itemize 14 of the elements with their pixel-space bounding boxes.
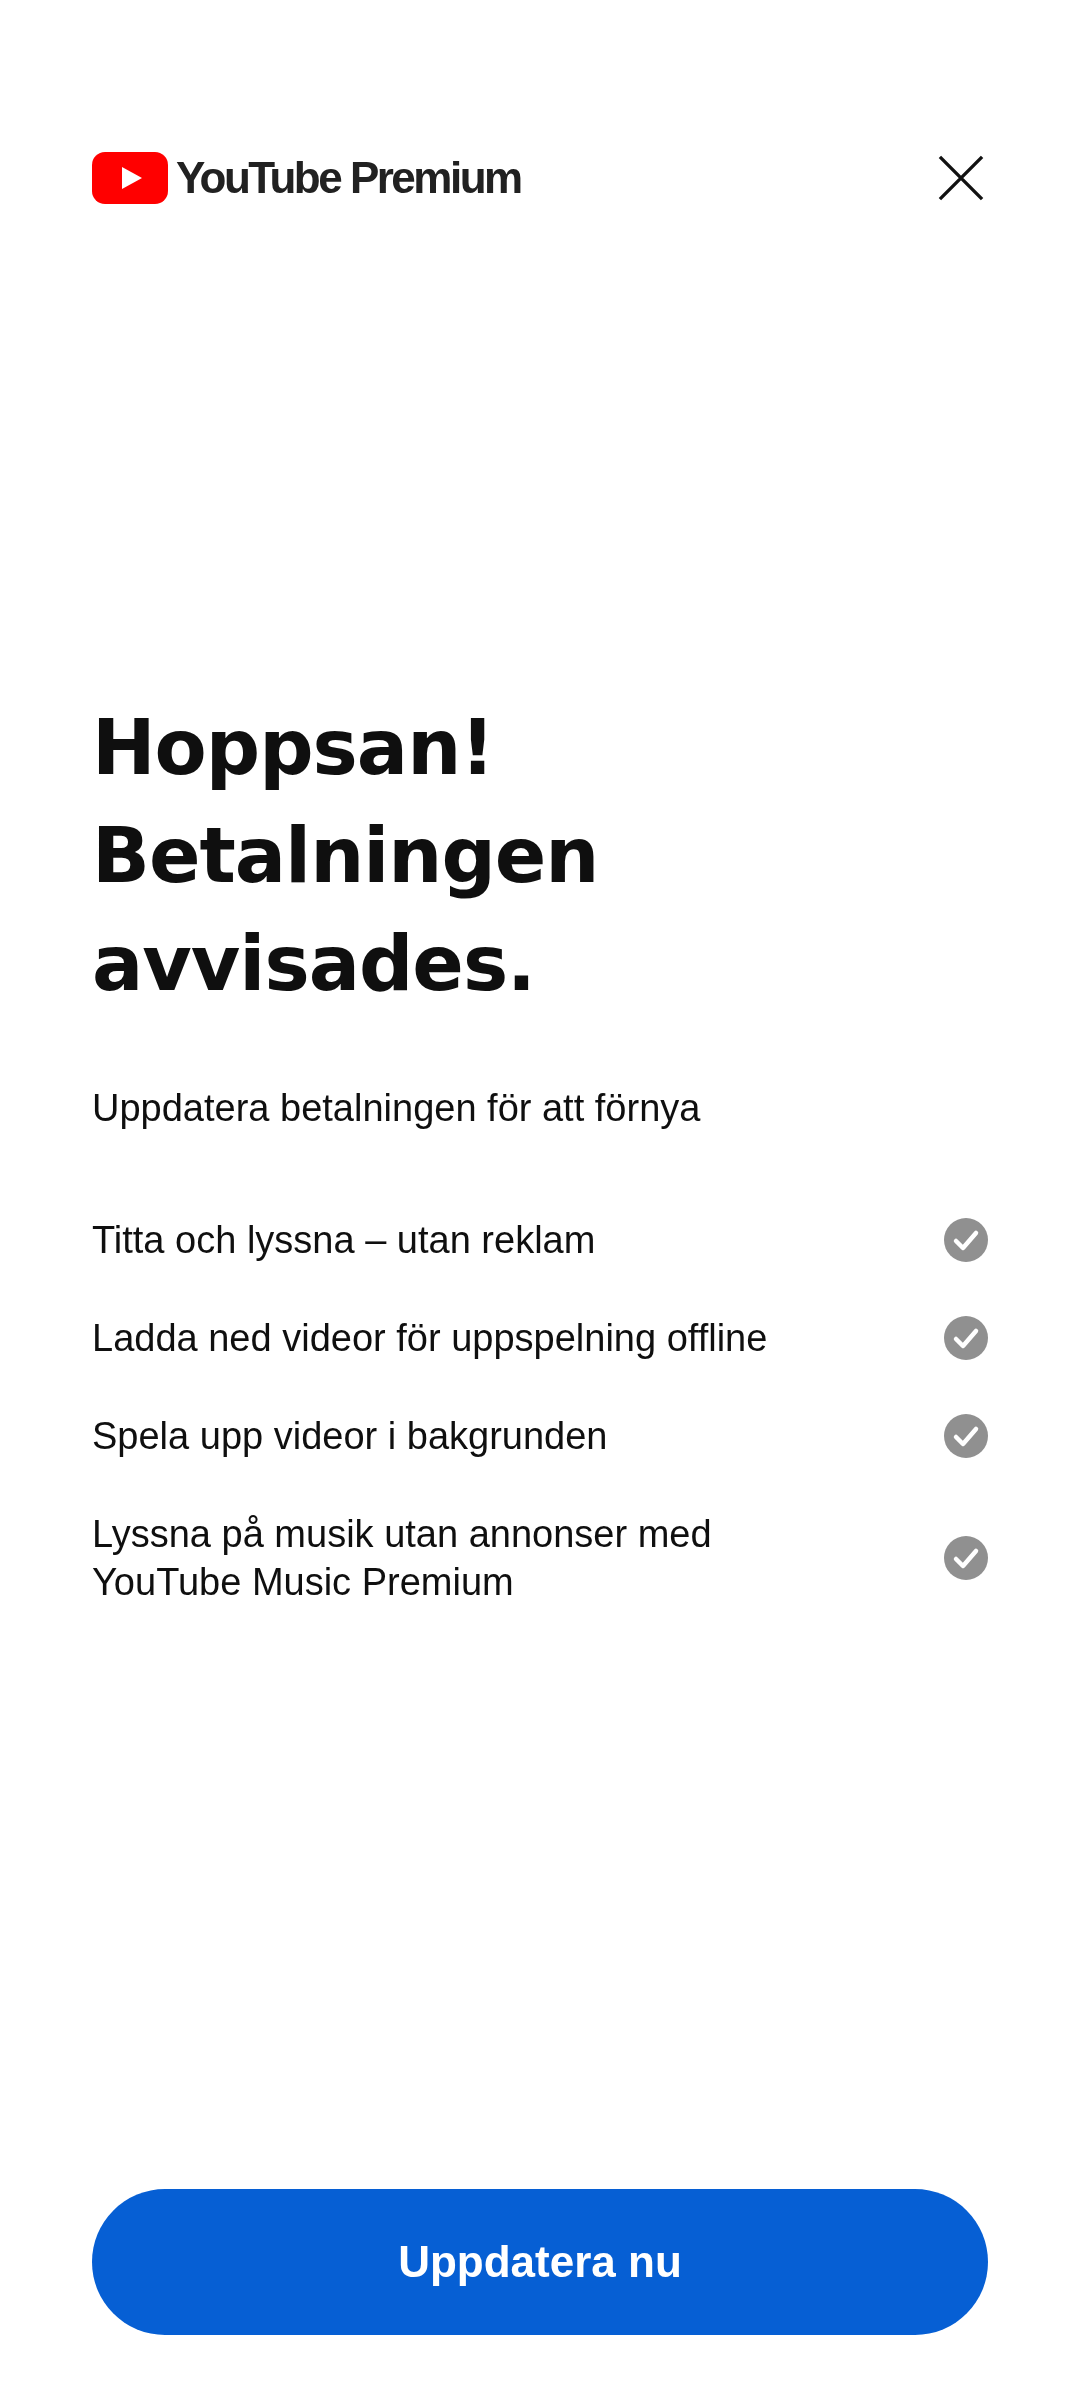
subtitle: Uppdatera betalningen för att förnya bbox=[92, 1086, 702, 1131]
check-icon bbox=[944, 1414, 988, 1458]
headline: Hoppsan! Betalningen avvisades. bbox=[92, 702, 600, 1010]
close-icon[interactable] bbox=[938, 155, 984, 201]
check-icon bbox=[944, 1218, 988, 1262]
play-logo-icon bbox=[92, 152, 168, 204]
feature-text: Ladda ned videor för uppspelning offline bbox=[92, 1316, 769, 1361]
check-icon bbox=[944, 1536, 988, 1580]
check-icon bbox=[944, 1316, 988, 1360]
brand-name: YouTube Premium bbox=[176, 156, 521, 200]
feature-text: Spela upp videor i bakgrunden bbox=[92, 1414, 609, 1459]
feature-text: Titta och lyssna – utan reklam bbox=[92, 1218, 597, 1263]
feature-text: Lyssna på musik utan annonser med YouTube Music Premium bbox=[92, 1512, 713, 1605]
update-button[interactable]: Uppdatera nu bbox=[92, 2189, 988, 2335]
